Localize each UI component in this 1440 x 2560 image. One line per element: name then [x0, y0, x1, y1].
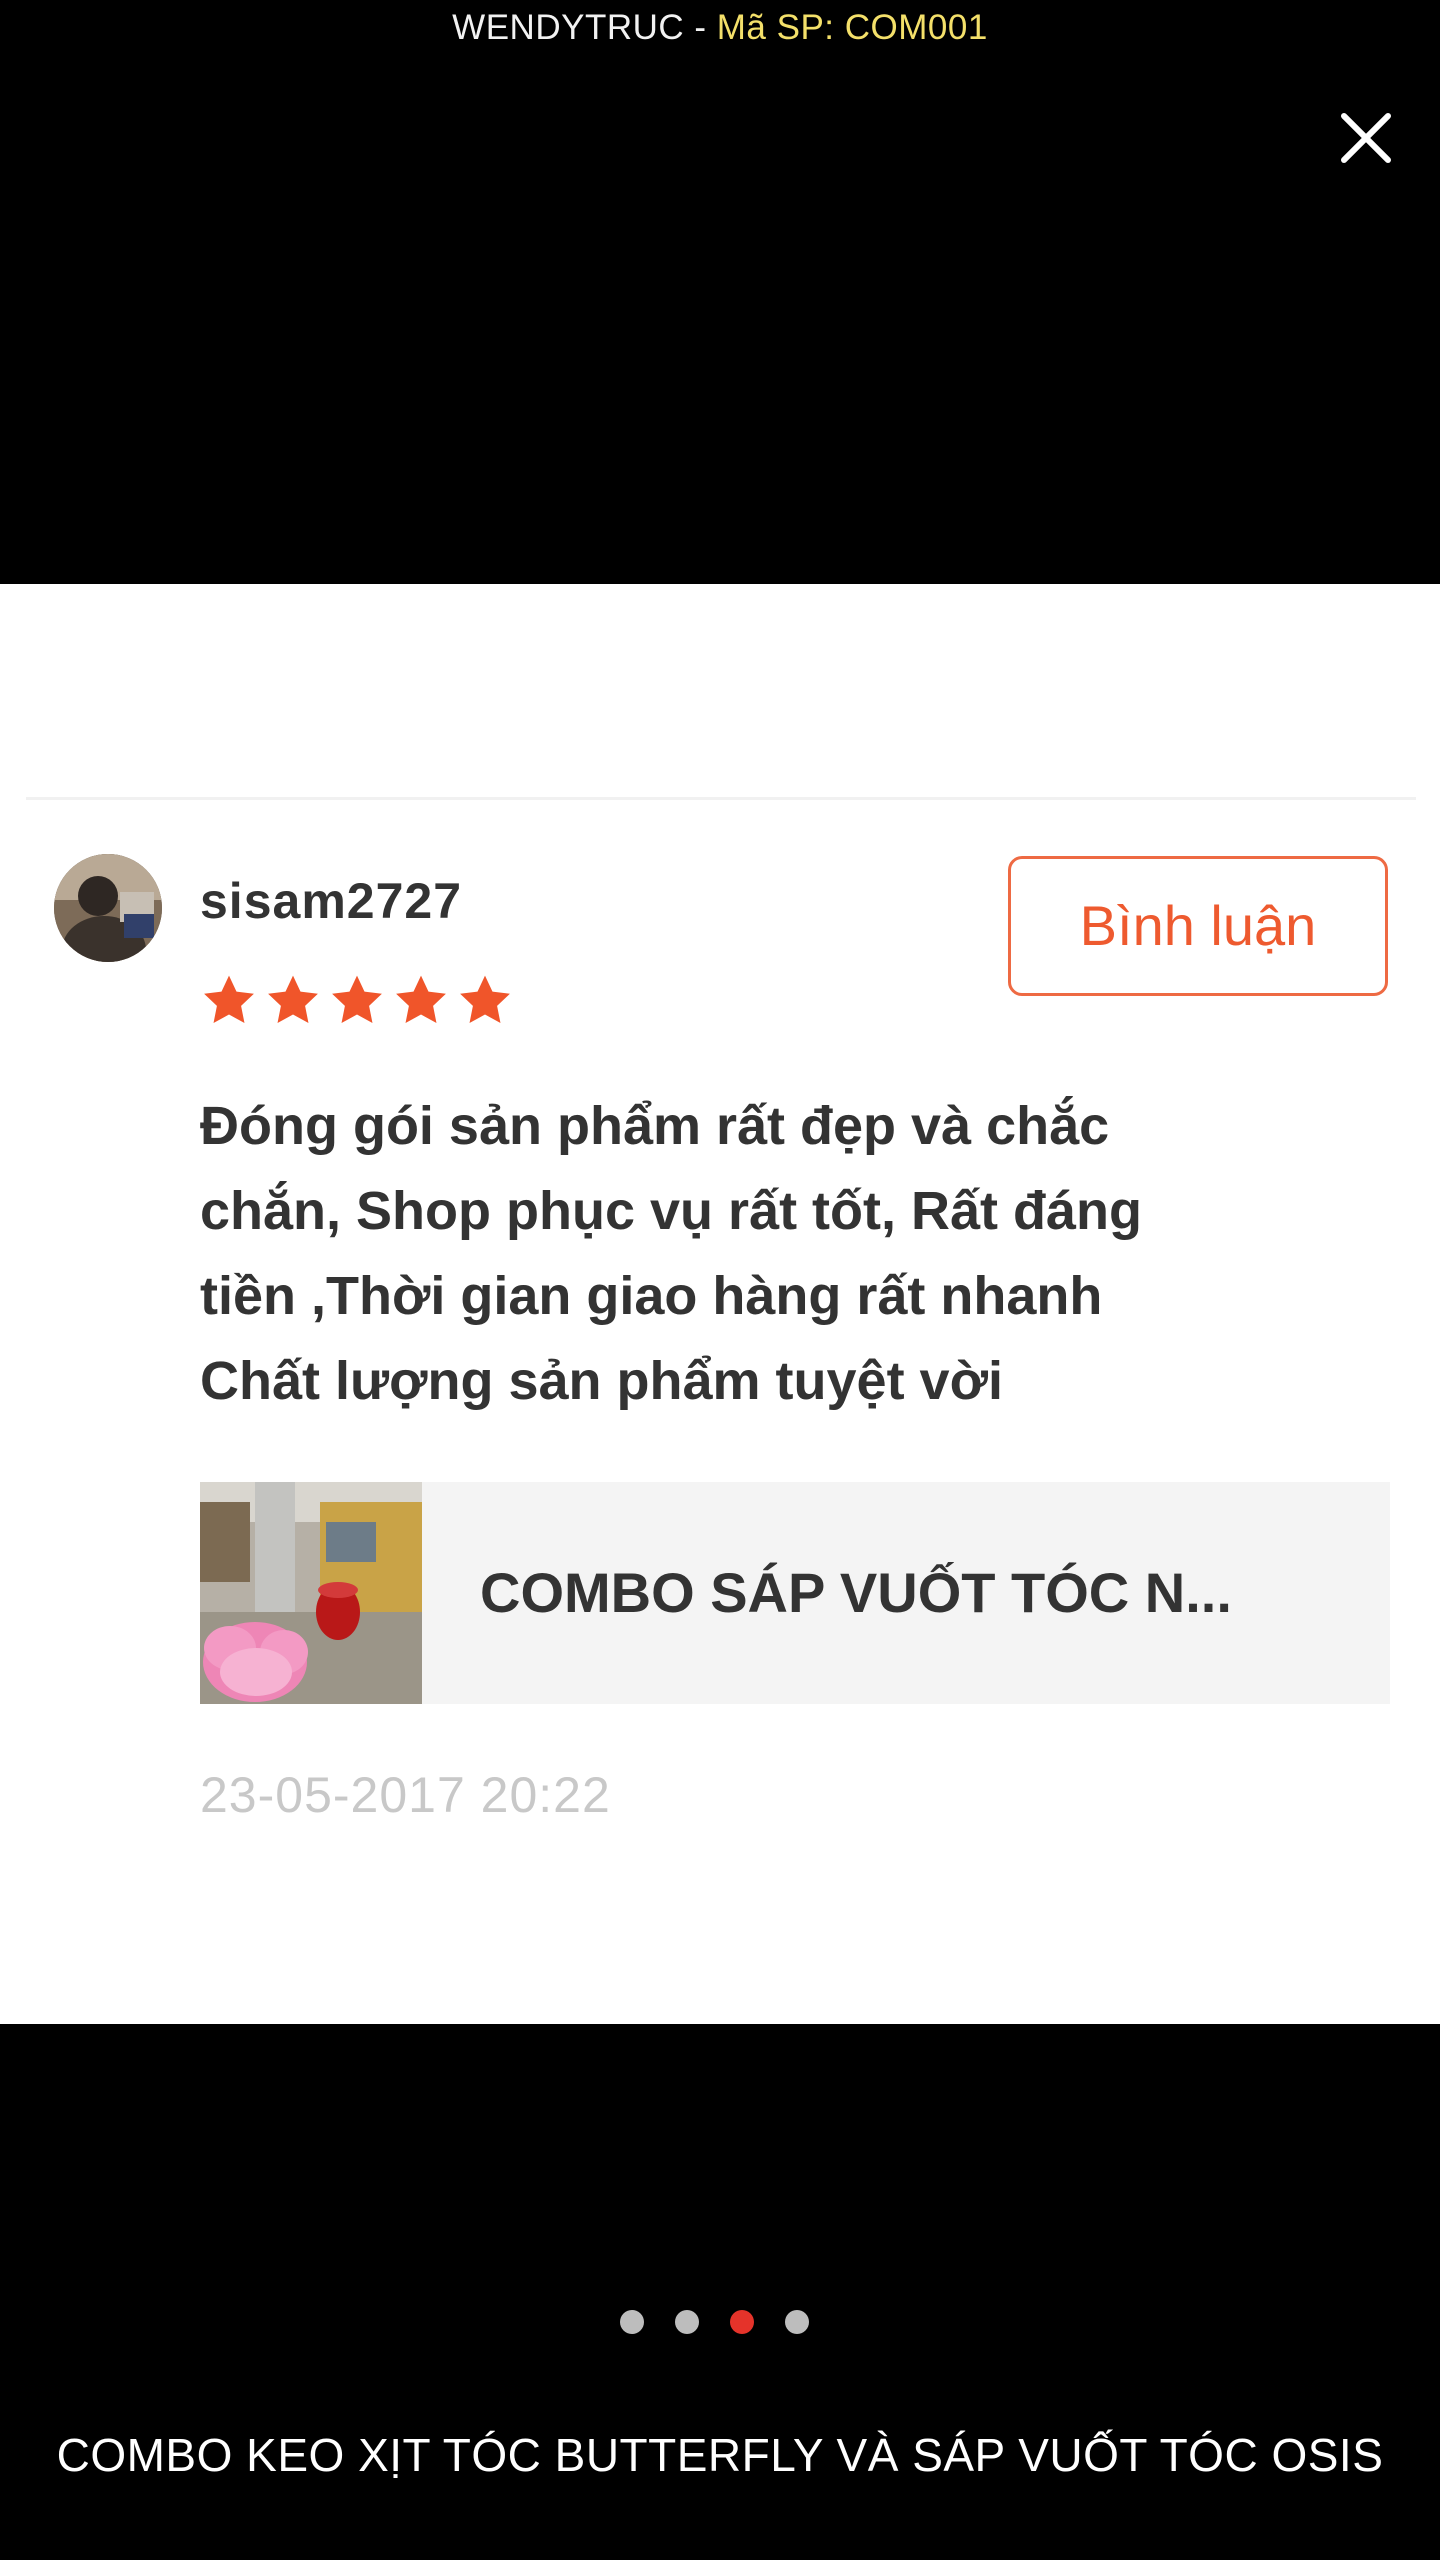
product-name: COMBO SÁP VUỐT TÓC N... [480, 1561, 1232, 1624]
page-dot[interactable] [620, 2310, 644, 2334]
close-icon [1341, 113, 1391, 163]
star-icon [332, 975, 382, 1023]
page-dot-active[interactable] [730, 2310, 754, 2334]
divider [26, 797, 1416, 800]
close-button[interactable] [1336, 100, 1396, 174]
avatar [54, 854, 162, 962]
star-icon [460, 975, 510, 1023]
page-dot[interactable] [675, 2310, 699, 2334]
product-code: Mã SP: COM001 [716, 8, 988, 47]
product-thumbnail [200, 1482, 422, 1704]
viewer-title: WENDYTRUC - Mã SP: COM001 [0, 0, 1440, 56]
star-icon [268, 975, 318, 1023]
page-dot[interactable] [785, 2310, 809, 2334]
star-icon [396, 975, 446, 1023]
review-username: sisam2727 [200, 873, 463, 929]
title-separator: - [684, 8, 717, 47]
shop-name: WENDYTRUC [452, 8, 685, 47]
image-caption: COMBO KEO XỊT TÓC BUTTERFLY VÀ SÁP VUỐT … [56, 2429, 1384, 2481]
rating-stars [200, 972, 514, 1034]
image-pagination [620, 2310, 809, 2334]
reviewed-product-link[interactable]: COMBO SÁP VUỐT TÓC N... [200, 1482, 1390, 1704]
avatar-photo [54, 854, 162, 962]
review-image-card: sisam2727 Bình luận Đóng gói sản phẩm rấ… [0, 584, 1440, 2024]
comment-button[interactable]: Bình luận [1008, 856, 1388, 996]
product-photo [200, 1482, 422, 1704]
star-icon [204, 975, 254, 1023]
review-timestamp: 23-05-2017 20:22 [200, 1767, 611, 1823]
review-text: Đóng gói sản phẩm rất đẹp và chắc chắn, … [200, 1096, 1143, 1411]
